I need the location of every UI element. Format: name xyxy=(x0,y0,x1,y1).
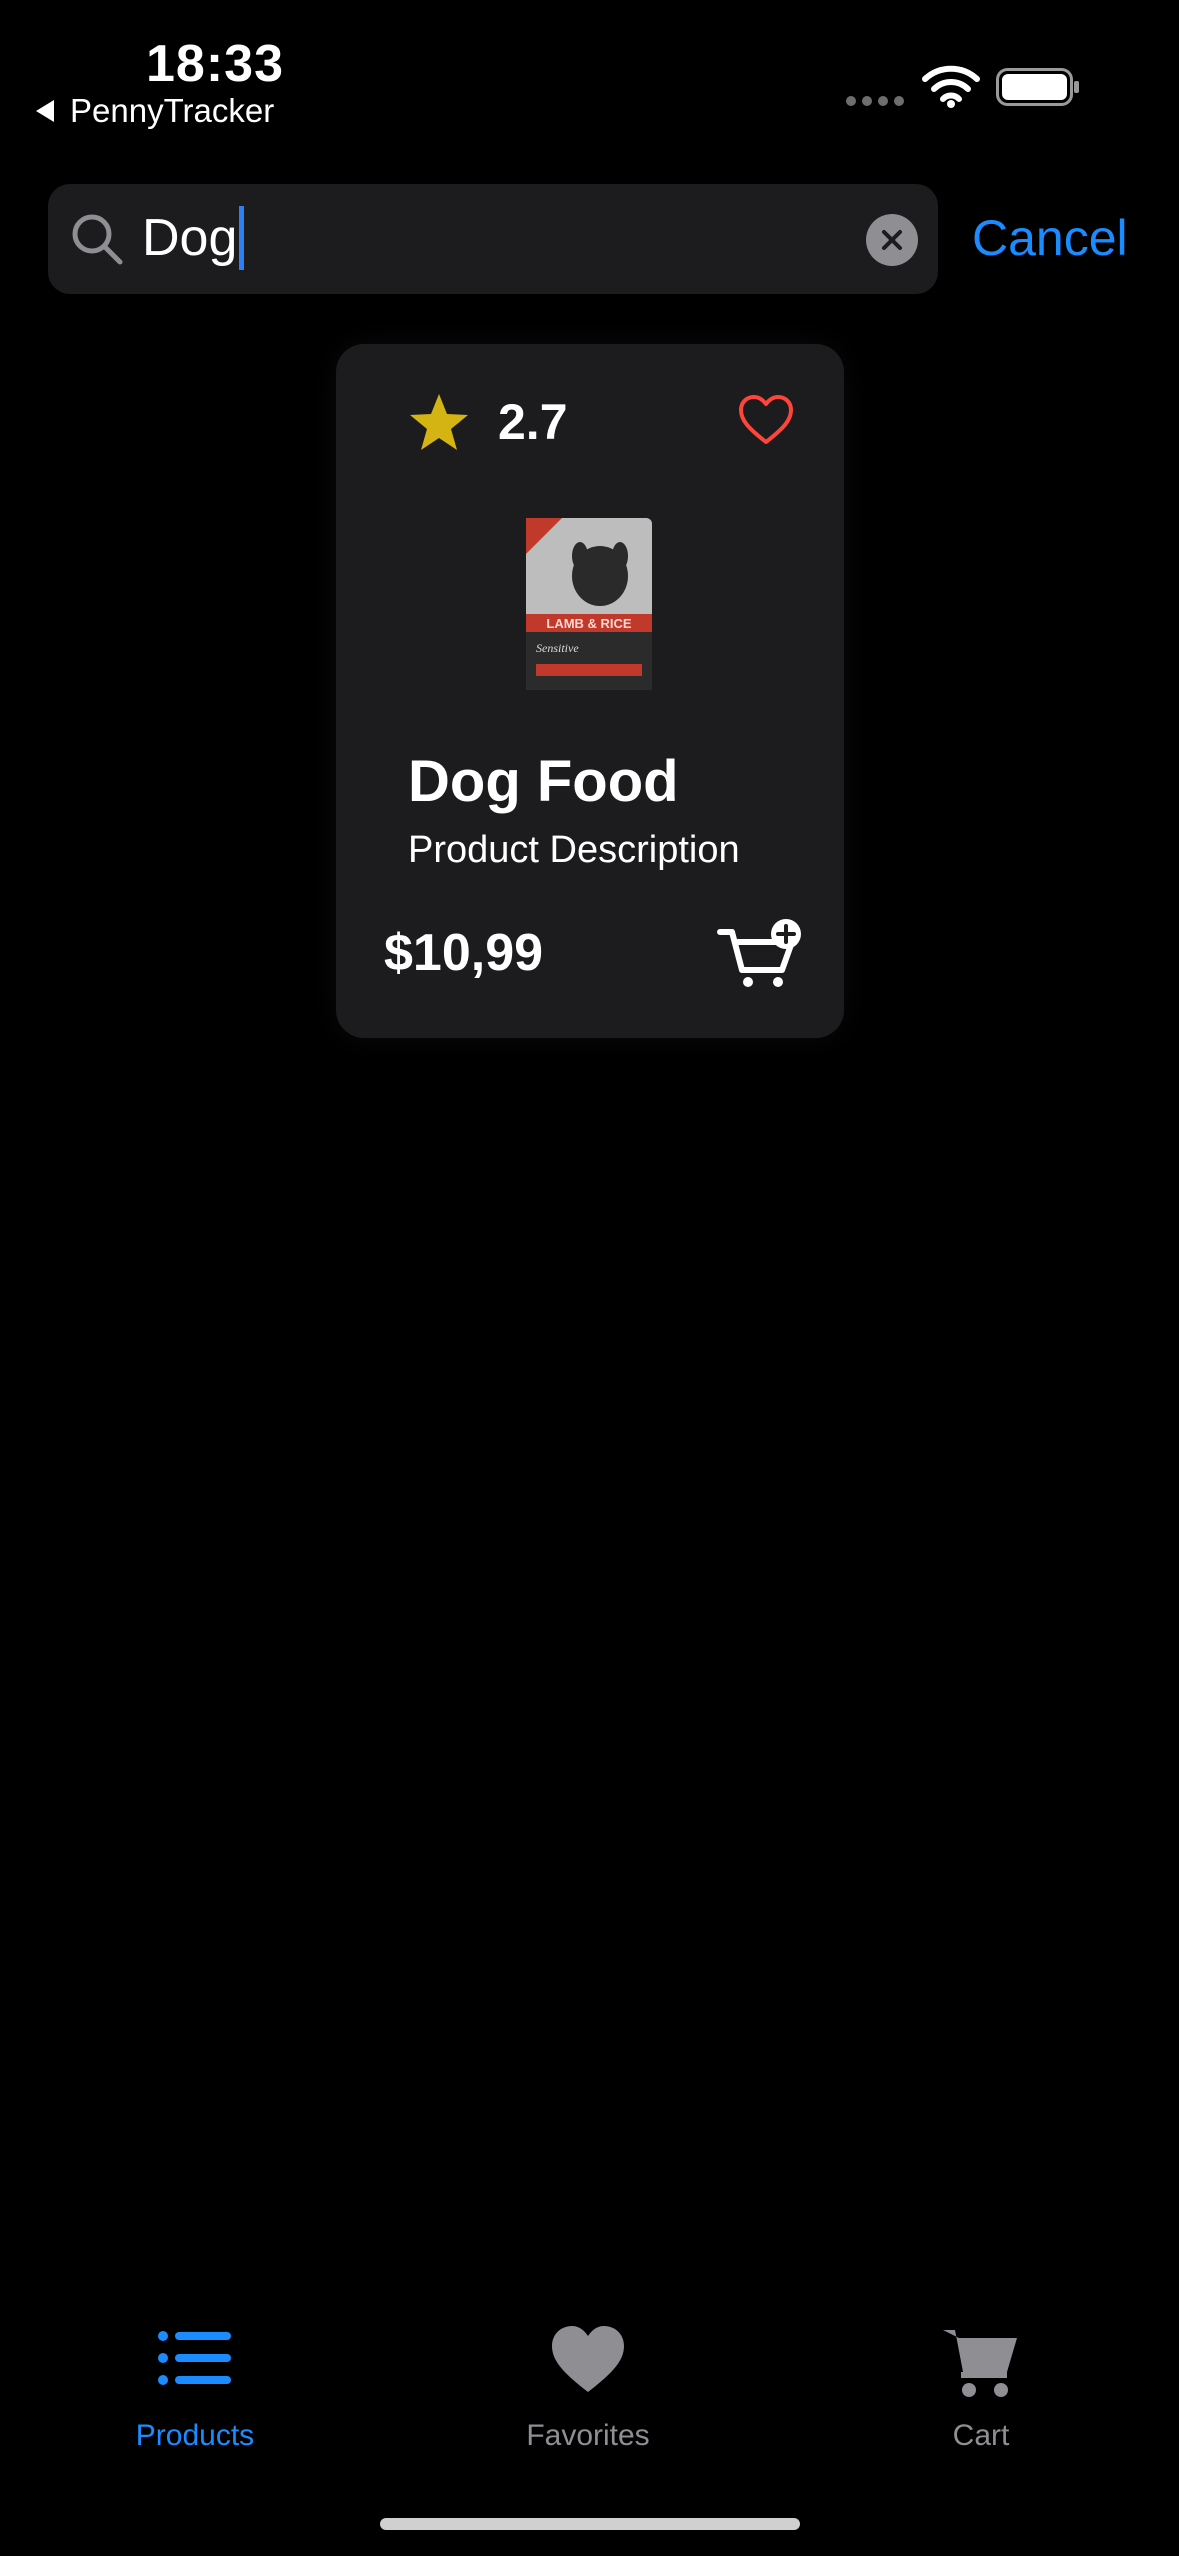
close-icon xyxy=(882,230,902,250)
search-query-text: Dog xyxy=(142,209,238,267)
status-time: 18:33 xyxy=(146,35,284,93)
image-text-flavor: LAMB & RICE xyxy=(546,616,632,631)
tab-products[interactable]: Products xyxy=(95,2320,295,2460)
text-cursor xyxy=(239,206,245,270)
product-description: Product Description xyxy=(408,829,740,871)
list-icon xyxy=(158,2331,231,2385)
star-icon xyxy=(410,394,468,450)
back-arrow-icon xyxy=(36,100,54,122)
home-indicator[interactable] xyxy=(380,2518,800,2530)
product-name: Dog Food xyxy=(408,749,679,814)
tab-favorites[interactable]: Favorites xyxy=(488,2320,688,2460)
add-to-cart-icon[interactable] xyxy=(716,918,806,990)
favorite-heart-icon[interactable] xyxy=(738,394,794,446)
back-to-app-link[interactable]: PennyTracker xyxy=(36,92,274,130)
cart-icon xyxy=(943,2330,1017,2397)
cellular-signal-icon xyxy=(846,96,904,106)
tab-label: Products xyxy=(135,2419,255,2452)
search-icon xyxy=(72,214,123,265)
battery-icon xyxy=(996,68,1079,106)
product-image: LAMB & RICE Sensitive xyxy=(526,518,652,690)
image-text-variant: Sensitive xyxy=(536,641,579,655)
wifi-icon xyxy=(922,65,980,108)
clear-search-button[interactable] xyxy=(866,214,918,266)
tab-cart[interactable]: Cart xyxy=(881,2320,1081,2460)
tab-label: Favorites xyxy=(526,2419,650,2452)
heart-icon xyxy=(552,2326,624,2392)
product-price: $10,99 xyxy=(384,924,544,982)
tab-label: Cart xyxy=(952,2419,1010,2452)
cancel-button[interactable]: Cancel xyxy=(972,204,1128,272)
search-input[interactable]: Dog xyxy=(142,206,245,270)
product-rating: 2.7 xyxy=(498,394,568,450)
back-app-label: PennyTracker xyxy=(70,92,275,129)
